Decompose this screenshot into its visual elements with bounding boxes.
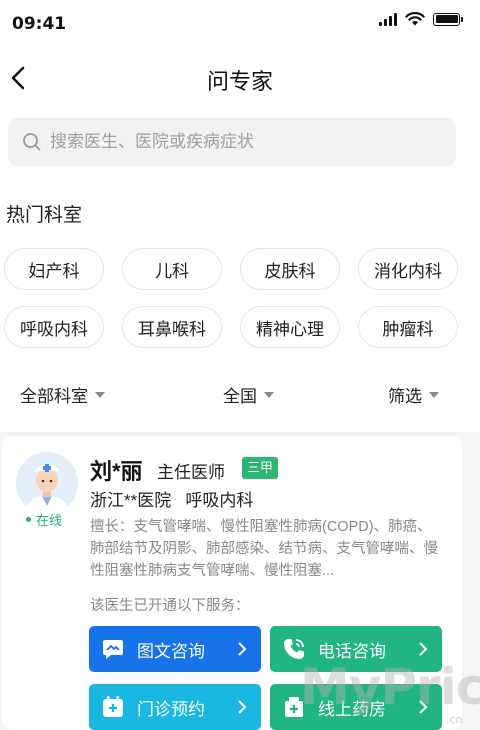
department-chip-ent[interactable]: 耳鼻喉科 [122,306,222,348]
chat-image-icon [103,640,123,659]
region-filter-dropdown[interactable]: 全国 [223,382,274,407]
page-title: 问专家 [206,69,273,94]
wifi-icon [405,12,425,26]
doctor-specialty: 擅长：支气管哮喘、慢性阻塞性肺病(COPD)、肺癌、肺部结节及阴影、肺部感染、结… [90,519,438,579]
department-filter-label: 全部科室 [20,387,88,406]
chevron-right-icon [419,642,428,656]
department-chip-pediatrics[interactable]: 儿科 [122,248,222,290]
department-chip-dermatology[interactable]: 皮肤科 [240,248,340,290]
search-bar[interactable] [8,118,456,166]
caret-down-icon [264,391,274,398]
clinic-appointment-label: 门诊预约 [137,699,205,719]
calendar-plus-icon [103,696,123,717]
online-status-label: 在线 [36,513,63,528]
battery-icon [433,12,463,26]
status-bar: 09:41 [0,0,480,44]
text-consult-label: 图文咨询 [137,641,205,661]
search-icon [23,133,41,151]
department-chip-respiratory[interactable]: 呼吸内科 [4,306,104,348]
services-caption: 该医生已开通以下服务： [90,598,250,614]
doctor-hospital: 浙江**医院 呼吸内科 [90,491,254,510]
doctor-avatar[interactable] [16,452,78,514]
doctor-title: 主任医师 [157,463,225,482]
department-chip-gastroenterology[interactable]: 消化内科 [358,248,458,290]
department-chip-psychiatry[interactable]: 精神心理 [240,306,340,348]
cellular-signal-icon [379,12,397,26]
status-time: 09:41 [12,14,67,34]
doctor-avatar-icon [16,452,78,514]
search-input[interactable] [50,132,430,152]
more-filter-label: 筛选 [388,387,422,406]
clinic-appointment-button[interactable]: 门诊预约 [89,684,261,730]
doctor-name: 刘*丽 [90,459,143,484]
online-dot-icon [26,517,31,522]
watermark: MyPrice [300,658,480,716]
watermark-domain: .cn [446,713,463,726]
chevron-right-icon [238,700,247,714]
department-chip-oncology[interactable]: 肿瘤科 [358,306,458,348]
text-consult-button[interactable]: 图文咨询 [89,626,261,672]
chevron-right-icon [238,642,247,656]
caret-down-icon [429,391,439,398]
hot-departments-title: 热门科室 [6,205,83,226]
status-icons [379,12,463,26]
hospital-grade-badge: 三甲 [242,457,279,479]
filter-row: 全部科室 全国 筛选 [0,382,480,412]
department-grid: 妇产科 儿科 皮肤科 消化内科 呼吸内科 耳鼻喉科 精神心理 肿瘤科 [4,248,460,348]
online-status: 在线 [26,510,62,529]
nav-bar: 问专家 [0,52,480,104]
more-filter-dropdown[interactable]: 筛选 [388,382,439,407]
department-filter-dropdown[interactable]: 全部科室 [20,382,105,407]
region-filter-label: 全国 [223,387,257,406]
caret-down-icon [95,391,105,398]
department-chip-gynecology[interactable]: 妇产科 [4,248,104,290]
